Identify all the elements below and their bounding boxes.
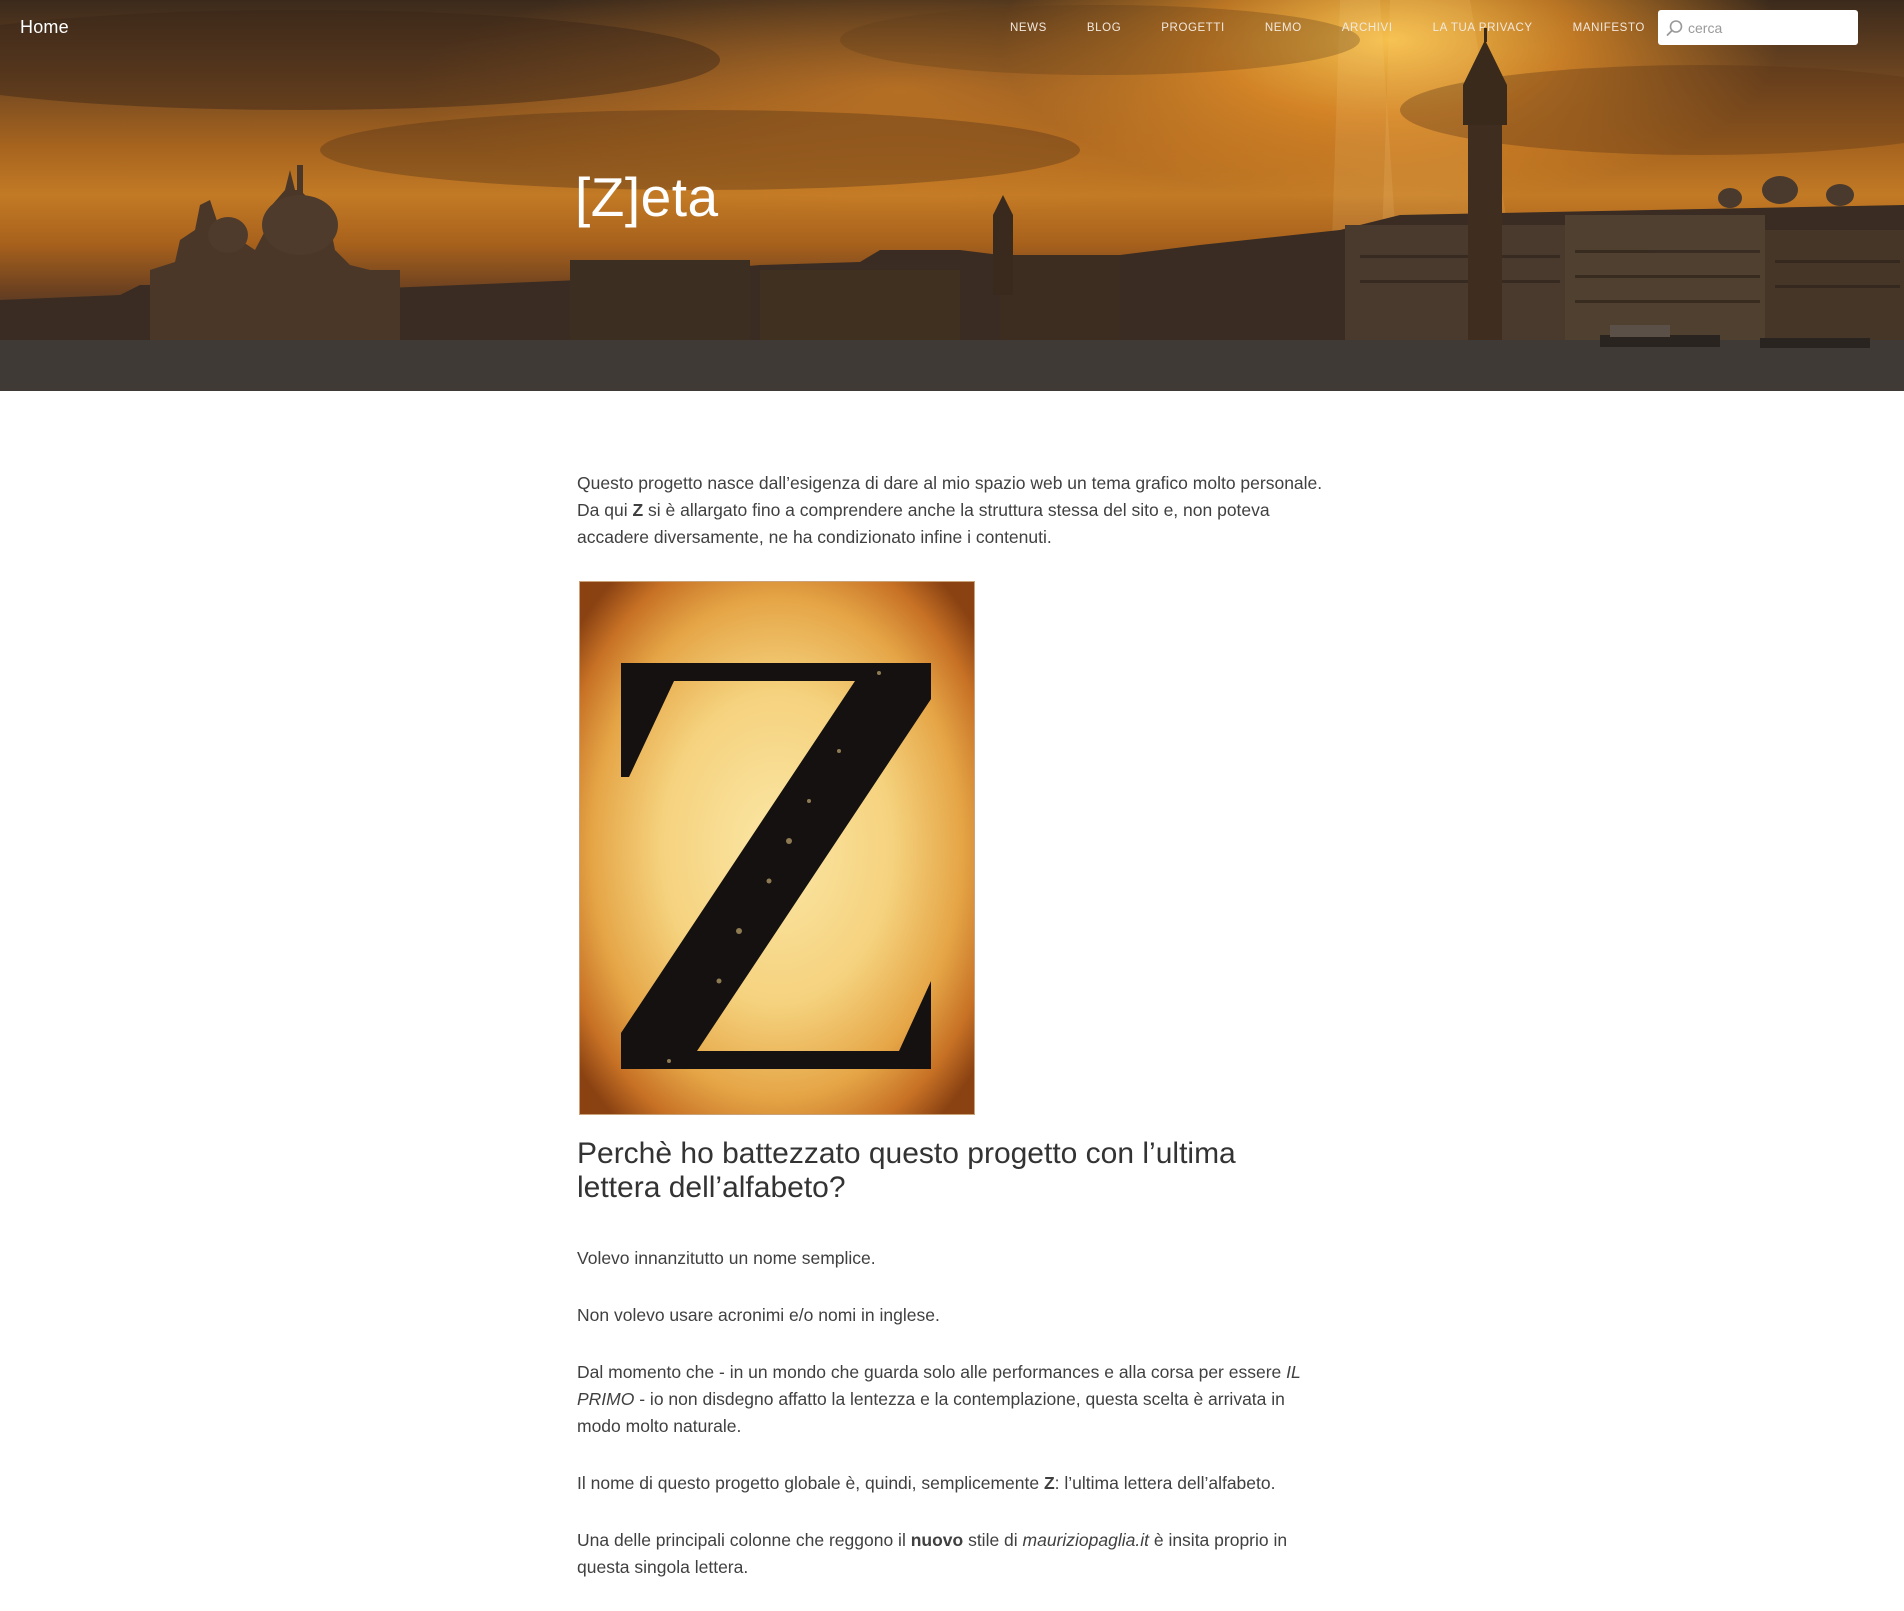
paragraph-4: Il nome di questo progetto globale è, qu… xyxy=(577,1473,1276,1493)
nav-item-manifesto[interactable]: Manifesto xyxy=(1573,22,1645,34)
hero-banner: Home News Blog Progetti Nemo Archivi La … xyxy=(0,0,1904,391)
nav-item-progetti[interactable]: Progetti xyxy=(1161,22,1225,34)
intro-paragraph: Questo progetto nasce dall’esigenza di d… xyxy=(577,473,1323,547)
page-title: [Z]eta xyxy=(575,166,719,228)
section-heading: Perchè ho battezzato questo progetto con… xyxy=(577,1137,1236,1204)
intro-strong: Z xyxy=(632,500,644,520)
article-content: Questo progetto nasce dall’esigenza di d… xyxy=(577,470,1327,1611)
venice-skyline-image xyxy=(0,0,1904,391)
search-box[interactable] xyxy=(1658,10,1858,45)
main-nav: News Blog Progetti Nemo Archivi La tua p… xyxy=(990,22,1665,34)
paragraph-3: Dal momento che - in un mondo che guarda… xyxy=(577,1362,1301,1436)
nav-item-blog[interactable]: Blog xyxy=(1087,22,1121,34)
paragraph-2: Non volevo usare acronimi e/o nomi in in… xyxy=(577,1305,940,1325)
nav-item-news[interactable]: News xyxy=(1010,22,1047,34)
search-icon[interactable] xyxy=(1666,19,1684,37)
nav-item-privacy[interactable]: La tua privacy xyxy=(1433,22,1533,34)
paragraph-5: Una delle principali colonne che reggono… xyxy=(577,1530,1288,1577)
search-input[interactable] xyxy=(1688,19,1848,36)
nav-item-nemo[interactable]: Nemo xyxy=(1265,22,1302,34)
home-link[interactable]: Home xyxy=(20,17,69,38)
paragraph-1: Volevo innanzitutto un nome semplice. xyxy=(577,1248,876,1268)
nav-item-archivi[interactable]: Archivi xyxy=(1342,22,1393,34)
z-letter-image: Z xyxy=(579,581,975,1115)
